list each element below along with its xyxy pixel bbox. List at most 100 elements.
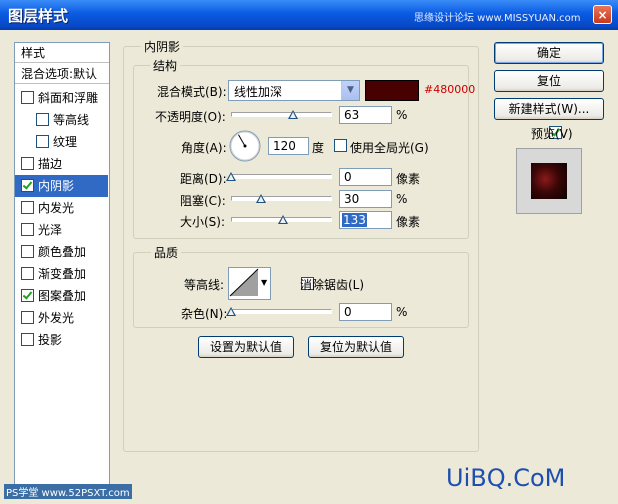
style-item[interactable]: 内发光 — [15, 197, 108, 219]
choke-slider[interactable] — [231, 196, 332, 201]
opacity-slider[interactable] — [231, 112, 332, 117]
noise-slider[interactable] — [231, 309, 332, 314]
make-default-button[interactable]: 设置为默认值 — [198, 336, 294, 358]
title-bar[interactable]: 图层样式 思缘设计论坛 www.MISSYUAN.com × — [0, 0, 618, 30]
angle-unit: 度 — [312, 141, 325, 155]
style-item-checkbox[interactable] — [36, 135, 49, 148]
size-unit: 像素 — [396, 215, 421, 229]
size-input[interactable]: 133 — [339, 211, 392, 229]
shadow-color-swatch[interactable] — [365, 80, 419, 101]
choke-label: 阻塞(C): — [180, 194, 226, 208]
style-item-checkbox[interactable] — [21, 201, 34, 214]
preview-swatch — [531, 163, 567, 199]
style-item[interactable]: 渐变叠加 — [15, 263, 108, 285]
ok-button[interactable]: 确定 — [494, 42, 604, 64]
distance-label: 距离(D): — [180, 172, 227, 186]
new-style-button[interactable]: 新建样式(W)... — [494, 98, 604, 120]
shadow-color-hex: #480000 — [424, 83, 476, 96]
contour-dropdown-button[interactable]: ▼ — [260, 267, 271, 300]
blend-mode-select[interactable]: 线性加深 ▼ — [228, 80, 360, 101]
chevron-down-icon: ▼ — [261, 278, 268, 287]
style-item[interactable]: 等高线 — [15, 109, 108, 131]
style-item[interactable]: 描边 — [15, 153, 108, 175]
window-title: 图层样式 — [8, 7, 69, 25]
noise-unit: % — [396, 305, 408, 319]
distance-slider[interactable] — [231, 174, 332, 179]
watermark-top: 思缘设计论坛 www.MISSYUAN.com — [414, 13, 581, 24]
noise-label: 杂色(N): — [181, 307, 228, 321]
chevron-down-icon: ▼ — [341, 81, 359, 100]
blend-mode-label: 混合模式(B): — [157, 85, 227, 99]
style-item-checkbox[interactable] — [21, 223, 34, 236]
global-light-checkbox[interactable] — [334, 139, 347, 152]
style-item-label: 渐变叠加 — [38, 267, 87, 281]
inner-shadow-title: 内阴影 — [141, 38, 184, 55]
size-value-selected: 133 — [342, 213, 367, 227]
preview-label: 预览(V) — [531, 127, 573, 141]
opacity-unit: % — [396, 108, 408, 122]
style-item-checkbox[interactable] — [21, 245, 34, 258]
opacity-slider-thumb[interactable] — [288, 110, 299, 119]
style-item-checkbox[interactable] — [36, 113, 49, 126]
style-item[interactable]: 纹理 — [15, 131, 108, 153]
contour-label: 等高线: — [184, 278, 225, 292]
style-item-label: 等高线 — [53, 113, 90, 127]
blend-options-item[interactable]: 混合选项:默认 — [15, 64, 109, 84]
reset-default-button[interactable]: 复位为默认值 — [308, 336, 404, 358]
angle-dial[interactable] — [228, 129, 262, 163]
style-item-label: 光泽 — [38, 223, 63, 237]
close-icon: × — [597, 8, 608, 22]
style-item-checkbox[interactable] — [21, 311, 34, 324]
style-item-label: 颜色叠加 — [38, 245, 87, 259]
quality-title: 品质 — [151, 244, 182, 261]
style-item-label: 图案叠加 — [38, 289, 87, 303]
distance-slider-thumb[interactable] — [226, 172, 236, 181]
styles-header[interactable]: 样式 — [15, 43, 109, 63]
opacity-input[interactable]: 63 — [339, 106, 392, 124]
distance-input[interactable]: 0 — [339, 168, 392, 186]
size-label: 大小(S): — [180, 215, 226, 229]
style-item-label: 外发光 — [38, 311, 75, 325]
style-item-label: 斜面和浮雕 — [38, 91, 99, 105]
style-item[interactable]: 光泽 — [15, 219, 108, 241]
style-item-label: 内发光 — [38, 201, 75, 215]
noise-slider-thumb[interactable] — [226, 307, 236, 316]
preview-thumbnail — [516, 148, 582, 214]
style-item-checkbox[interactable] — [21, 289, 34, 302]
style-item-label: 内阴影 — [38, 179, 75, 193]
style-item-checkbox[interactable] — [21, 333, 34, 346]
style-list: 样式 混合选项:默认 斜面和浮雕等高线纹理描边内阴影内发光光泽颜色叠加渐变叠加图… — [14, 42, 110, 494]
antialias-label: 消除锯齿(L) — [300, 278, 365, 292]
choke-unit: % — [396, 192, 408, 206]
contour-linear-icon — [229, 268, 259, 297]
style-item-label: 投影 — [38, 333, 63, 347]
style-item[interactable]: 颜色叠加 — [15, 241, 108, 263]
contour-picker[interactable] — [228, 267, 262, 300]
choke-input[interactable]: 30 — [339, 190, 392, 208]
style-item[interactable]: 外发光 — [15, 307, 108, 329]
watermark-bottom-left: PS学堂 www.52PSXT.com — [4, 484, 132, 499]
style-item-label: 描边 — [38, 157, 63, 171]
style-item-checkbox[interactable] — [21, 157, 34, 170]
style-item-checkbox[interactable] — [21, 179, 34, 192]
style-item-checkbox[interactable] — [21, 267, 34, 280]
style-item-label: 纹理 — [53, 135, 78, 149]
watermark-bottom-right: UiBQ.CoM — [446, 464, 566, 492]
style-item[interactable]: 图案叠加 — [15, 285, 108, 307]
angle-input[interactable]: 120 — [268, 137, 309, 155]
style-item[interactable]: 内阴影 — [15, 175, 108, 197]
opacity-label: 不透明度(O): — [155, 110, 226, 124]
style-item-checkbox[interactable] — [21, 91, 34, 104]
noise-input[interactable]: 0 — [339, 303, 392, 321]
style-item[interactable]: 投影 — [15, 329, 108, 351]
style-item[interactable]: 斜面和浮雕 — [15, 87, 108, 109]
distance-unit: 像素 — [396, 172, 421, 186]
structure-title: 结构 — [150, 57, 181, 74]
angle-label: 角度(A): — [181, 141, 227, 155]
global-light-label: 使用全局光(G) — [350, 141, 429, 155]
close-button[interactable]: × — [593, 5, 612, 24]
reset-button[interactable]: 复位 — [494, 70, 604, 92]
blend-mode-value: 线性加深 — [234, 85, 283, 99]
size-slider-thumb[interactable] — [278, 215, 289, 224]
choke-slider-thumb[interactable] — [255, 194, 266, 203]
